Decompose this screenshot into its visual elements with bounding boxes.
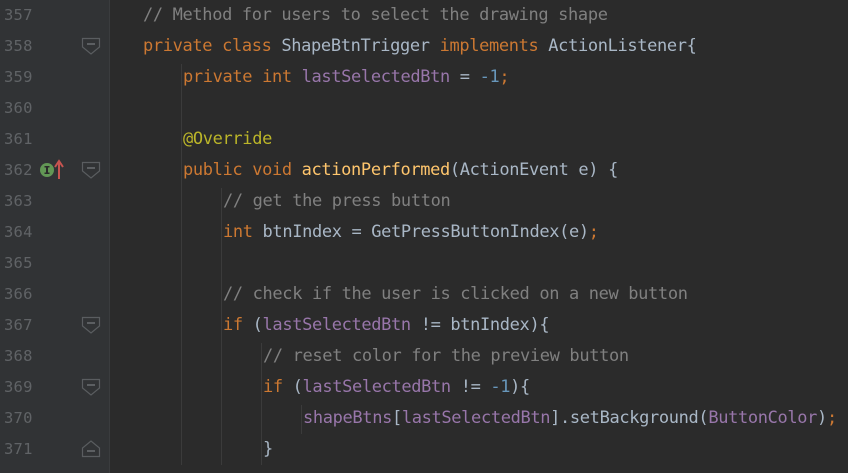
line-number: 357 (4, 6, 33, 24)
line-number: 371 (4, 440, 33, 458)
code-token: lastSelectedBtn (302, 377, 452, 397)
code-token: lastSelectedBtn (301, 67, 451, 87)
code-token: != btnIndex){ (410, 315, 550, 335)
code-line[interactable]: 365 (0, 248, 848, 279)
fold-open-icon[interactable] (80, 159, 102, 181)
code-editor[interactable]: 357 // Method for users to select the dra… (0, 0, 848, 473)
code-token: actionPerformed (301, 160, 451, 180)
code-line[interactable]: 364 int btnIndex = GetPressButtonIndex(e)… (0, 217, 848, 248)
code-text[interactable]: private int lastSelectedBtn = -1; (183, 62, 510, 93)
code-text[interactable]: // reset color for the preview button (263, 341, 629, 372)
code-line[interactable]: 363 // get the press button (0, 186, 848, 217)
line-number: 370 (4, 409, 33, 427)
fold-close-icon[interactable] (80, 438, 102, 460)
code-token: public void (183, 160, 302, 180)
line-number: 365 (4, 254, 33, 272)
code-token: lastSelectedBtn (401, 408, 551, 428)
code-line[interactable]: 357 // Method for users to select the dra… (0, 0, 848, 31)
code-text[interactable]: if (lastSelectedBtn != btnIndex){ (223, 310, 550, 341)
line-number: 369 (4, 378, 33, 396)
code-token: implements (439, 36, 549, 56)
code-token: // Method for users to select the drawin… (143, 5, 608, 25)
line-number: 358 (4, 37, 33, 55)
line-number: 360 (4, 99, 33, 117)
line-number: 367 (4, 316, 33, 334)
code-token: -1 (479, 67, 500, 87)
code-line[interactable]: 367 if (lastSelectedBtn != btnIndex){ (0, 310, 848, 341)
code-text[interactable]: @Override (183, 124, 272, 155)
code-line[interactable]: 368 // reset color for the preview button (0, 341, 848, 372)
fold-open-icon[interactable] (80, 314, 102, 336)
code-token: } (263, 439, 273, 459)
code-token: ; (826, 408, 837, 428)
code-token: ( (292, 377, 303, 397)
line-number: 366 (4, 285, 33, 303)
code-token: // get the press button (223, 191, 451, 211)
code-line[interactable]: 371} (0, 434, 848, 465)
code-token: ){ (510, 377, 530, 397)
line-number: 364 (4, 223, 33, 241)
code-token: ; (588, 222, 599, 242)
line-number: 363 (4, 192, 33, 210)
code-line[interactable]: 359 private int lastSelectedBtn = -1; (0, 62, 848, 93)
code-token: ButtonColor (708, 408, 818, 428)
code-line[interactable]: 369 if (lastSelectedBtn != -1){ (0, 372, 848, 403)
line-number: 359 (4, 68, 33, 86)
code-token: -1 (490, 377, 511, 397)
code-line[interactable]: 360 (0, 93, 848, 124)
code-token: (ActionEvent e) { (449, 160, 618, 180)
implements-method-icon[interactable] (38, 158, 66, 182)
line-number: 361 (4, 130, 33, 148)
code-line[interactable]: 370 shapeBtns[lastSelectedBtn].setBackgro… (0, 403, 848, 434)
code-token: != (450, 377, 491, 397)
code-text[interactable]: } (263, 434, 273, 465)
code-token: ].setBackground( (550, 408, 709, 428)
code-token: btnIndex = GetPressButtonIndex(e) (262, 222, 590, 242)
code-token: ( (252, 315, 263, 335)
code-line[interactable]: 358 private class ShapeBtnTrigger impleme… (0, 31, 848, 62)
code-line[interactable]: 361 @Override (0, 124, 848, 155)
code-token: lastSelectedBtn (262, 315, 412, 335)
code-token: shapeBtns (303, 408, 392, 428)
code-line[interactable]: 362 public void actionPerformed(ActionEve… (0, 155, 848, 186)
line-number: 368 (4, 347, 33, 365)
code-token: @Override (183, 129, 272, 149)
code-text[interactable]: if (lastSelectedBtn != -1){ (263, 372, 530, 403)
fold-open-icon[interactable] (80, 376, 102, 398)
code-text[interactable]: // Method for users to select the drawin… (143, 0, 608, 31)
code-token: ActionListener{ (548, 36, 697, 56)
code-token: ShapeBtnTrigger (281, 36, 440, 56)
code-token: private int (183, 67, 302, 87)
code-token: int (223, 222, 263, 242)
code-token: ; (499, 67, 510, 87)
code-text[interactable]: // get the press button (223, 186, 451, 217)
line-number: 362 (4, 161, 33, 179)
code-text[interactable]: private class ShapeBtnTrigger implements… (143, 31, 697, 62)
code-text[interactable]: // check if the user is clicked on a new… (223, 279, 688, 310)
code-line[interactable]: 366 // check if the user is clicked on a … (0, 279, 848, 310)
code-token: if (223, 315, 253, 335)
code-text[interactable]: public void actionPerformed(ActionEvent … (183, 155, 618, 186)
code-token: // reset color for the preview button (263, 346, 629, 366)
code-token: [ (391, 408, 402, 428)
code-token: private class (143, 36, 282, 56)
code-token: // check if the user is clicked on a new… (223, 284, 688, 304)
code-token: = (449, 67, 480, 87)
code-text[interactable]: int btnIndex = GetPressButtonIndex(e); (223, 217, 599, 248)
fold-open-icon[interactable] (80, 35, 102, 57)
code-token: if (263, 377, 293, 397)
code-token: ) (817, 408, 827, 428)
code-text[interactable]: shapeBtns[lastSelectedBtn].setBackground… (303, 403, 837, 434)
